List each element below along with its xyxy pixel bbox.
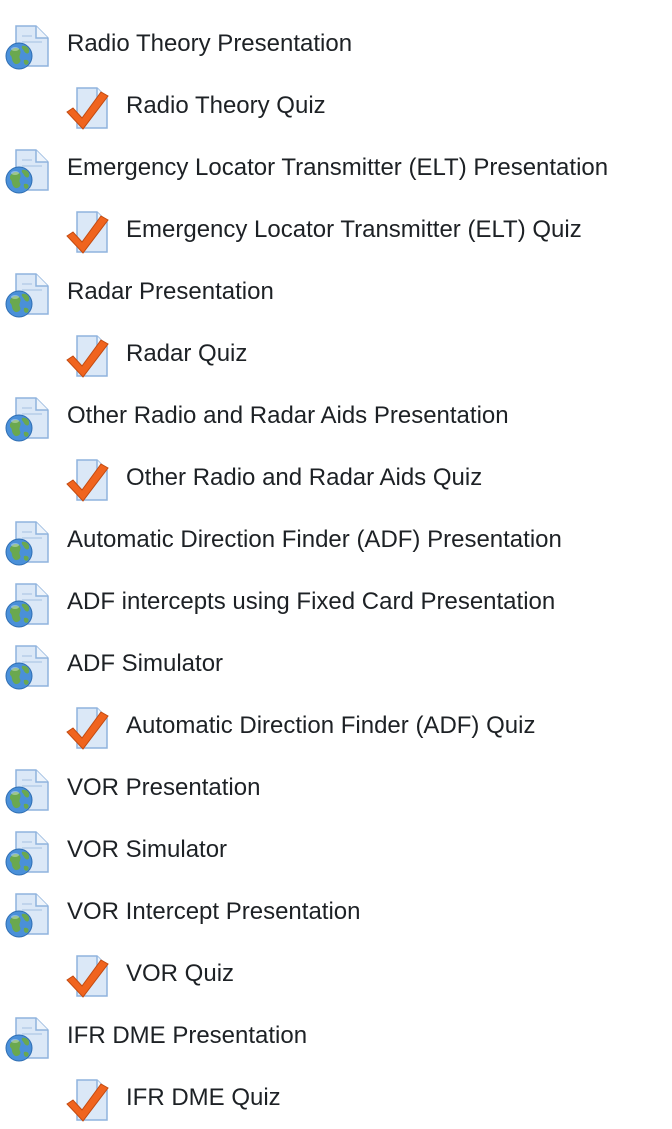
activity-item-2[interactable]: Emergency Locator Transmitter (ELT) Pres…: [0, 137, 672, 199]
activity-item-1[interactable]: Radio Theory Quiz: [0, 75, 672, 137]
activity-label[interactable]: Emergency Locator Transmitter (ELT) Quiz: [126, 215, 582, 245]
activity-item-17[interactable]: IFR DME Quiz: [0, 1067, 672, 1129]
activity-label[interactable]: Radar Quiz: [126, 339, 247, 369]
activity-label[interactable]: Radar Presentation: [67, 277, 274, 307]
activity-label[interactable]: Automatic Direction Finder (ADF) Present…: [67, 525, 562, 555]
activity-label[interactable]: IFR DME Quiz: [126, 1083, 281, 1113]
activity-item-7[interactable]: Other Radio and Radar Aids Quiz: [0, 447, 672, 509]
activity-item-9[interactable]: ADF intercepts using Fixed Card Presenta…: [0, 571, 672, 633]
activity-label[interactable]: Other Radio and Radar Aids Presentation: [67, 401, 509, 431]
activity-item-6[interactable]: Other Radio and Radar Aids Presentation: [0, 385, 672, 447]
activity-item-0[interactable]: Radio Theory Presentation: [0, 13, 672, 75]
page-globe-icon: [4, 1014, 52, 1062]
activity-label[interactable]: Radio Theory Presentation: [67, 29, 352, 59]
activity-label[interactable]: IFR DME Presentation: [67, 1021, 307, 1051]
page-globe-icon: [4, 518, 52, 566]
page-globe-icon: [4, 642, 52, 690]
page-globe-icon: [4, 22, 52, 70]
page-globe-icon: [4, 580, 52, 628]
activity-label[interactable]: Radio Theory Quiz: [126, 91, 326, 121]
activity-label[interactable]: ADF Simulator: [67, 649, 223, 679]
activity-item-5[interactable]: Radar Quiz: [0, 323, 672, 385]
quiz-checkmark-icon: [63, 1076, 111, 1124]
page-globe-icon: [4, 394, 52, 442]
activity-label[interactable]: Emergency Locator Transmitter (ELT) Pres…: [67, 153, 608, 183]
quiz-checkmark-icon: [63, 704, 111, 752]
activity-item-10[interactable]: ADF Simulator: [0, 633, 672, 695]
activity-item-11[interactable]: Automatic Direction Finder (ADF) Quiz: [0, 695, 672, 757]
page-globe-icon: [4, 890, 52, 938]
page-globe-icon: [4, 766, 52, 814]
activity-item-4[interactable]: Radar Presentation: [0, 261, 672, 323]
quiz-checkmark-icon: [63, 332, 111, 380]
page-globe-icon: [4, 828, 52, 876]
activity-item-15[interactable]: VOR Quiz: [0, 943, 672, 1005]
activity-item-14[interactable]: VOR Intercept Presentation: [0, 881, 672, 943]
quiz-checkmark-icon: [63, 952, 111, 1000]
activity-label[interactable]: VOR Simulator: [67, 835, 227, 865]
activity-item-13[interactable]: VOR Simulator: [0, 819, 672, 881]
activity-label[interactable]: VOR Quiz: [126, 959, 234, 989]
page-globe-icon: [4, 146, 52, 194]
activity-label[interactable]: VOR Intercept Presentation: [67, 897, 360, 927]
activity-label[interactable]: ADF intercepts using Fixed Card Presenta…: [67, 587, 555, 617]
activity-label[interactable]: Other Radio and Radar Aids Quiz: [126, 463, 482, 493]
quiz-checkmark-icon: [63, 208, 111, 256]
activity-item-8[interactable]: Automatic Direction Finder (ADF) Present…: [0, 509, 672, 571]
activity-label[interactable]: VOR Presentation: [67, 773, 260, 803]
quiz-checkmark-icon: [63, 456, 111, 504]
course-activity-list: Radio Theory Presentation Radio Theory Q…: [0, 13, 672, 1129]
quiz-checkmark-icon: [63, 84, 111, 132]
activity-item-3[interactable]: Emergency Locator Transmitter (ELT) Quiz: [0, 199, 672, 261]
activity-item-16[interactable]: IFR DME Presentation: [0, 1005, 672, 1067]
activity-item-12[interactable]: VOR Presentation: [0, 757, 672, 819]
page-globe-icon: [4, 270, 52, 318]
activity-label[interactable]: Automatic Direction Finder (ADF) Quiz: [126, 711, 535, 741]
